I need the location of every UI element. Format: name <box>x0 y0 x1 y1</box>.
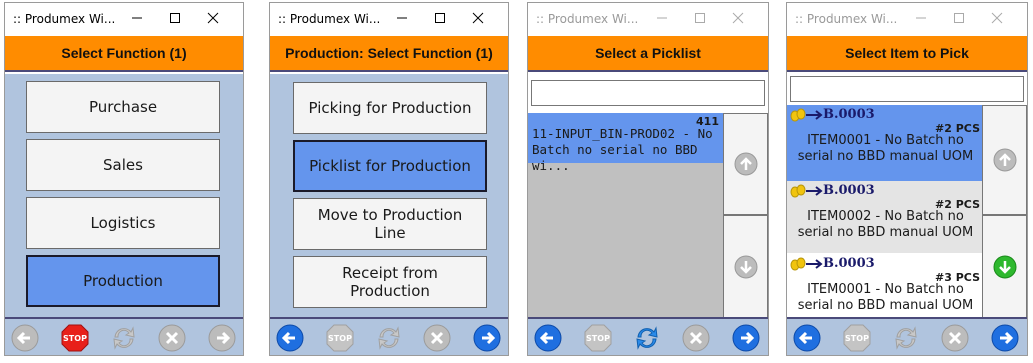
window-title: :: Produmex Wi... <box>536 12 639 26</box>
stop-label: STOP <box>845 334 869 343</box>
maximize-icon[interactable] <box>165 9 185 27</box>
list-item[interactable]: B.0003 #3 PCS ITEM0001 - No Batch no ser… <box>787 253 982 319</box>
close-icon[interactable] <box>468 9 488 27</box>
scroll-down-button[interactable] <box>982 215 1027 319</box>
stop-icon[interactable]: STOP <box>583 323 613 353</box>
window-title: :: Produmex Wi... <box>13 12 116 26</box>
forward-icon[interactable] <box>731 323 761 353</box>
window-select-function: :: Produmex Wi... Select Function (1) Pu… <box>4 2 244 356</box>
stop-label: STOP <box>586 334 610 343</box>
item-description: ITEM0002 - No Batch no serial no BBD man… <box>797 209 974 240</box>
window-select-picklist: :: Produmex Wi... Select a Picklist 411 … <box>527 2 769 356</box>
menu-button-receipt-from-production[interactable]: Receipt from Production <box>293 256 487 308</box>
stop-icon[interactable]: STOP <box>842 323 872 353</box>
scroll-up-button[interactable] <box>982 105 1027 215</box>
forward-icon[interactable] <box>472 323 502 353</box>
item-panel: B.0003 #2 PCS ITEM0001 - No Batch no ser… <box>787 74 1027 319</box>
stop-label: STOP <box>328 334 352 343</box>
window-title: :: Produmex Wi... <box>795 12 898 26</box>
minimize-icon[interactable] <box>392 9 412 27</box>
window-select-item-to-pick: :: Produmex Wi... Select Item to Pick B.… <box>786 2 1028 356</box>
bin-location: B.0003 <box>823 256 875 271</box>
menu-button-logistics[interactable]: Logistics <box>26 197 220 249</box>
bottom-toolbar: STOP <box>270 317 508 355</box>
pick-icon <box>790 257 823 271</box>
maximize-icon[interactable] <box>430 9 450 27</box>
bottom-toolbar: STOP <box>528 317 768 355</box>
menu-button-picklist-for-production[interactable]: Picklist for Production <box>293 140 487 192</box>
title-bar: :: Produmex Wi... <box>528 3 768 35</box>
minimize-icon[interactable] <box>127 9 147 27</box>
scroll-up-button[interactable] <box>723 113 768 215</box>
menu-panel: Purchase Sales Logistics Production <box>5 74 243 317</box>
menu-button-production[interactable]: Production <box>26 255 220 307</box>
search-input[interactable] <box>531 80 765 106</box>
item-description: ITEM0001 - No Batch no serial no BBD man… <box>797 133 974 164</box>
title-bar: :: Produmex Wi... <box>787 3 1027 35</box>
menu-button-picking-for-production[interactable]: Picking for Production <box>293 82 487 134</box>
maximize-icon[interactable] <box>949 9 969 27</box>
title-bar: :: Produmex Wi... <box>5 3 243 35</box>
minimize-icon[interactable] <box>911 9 931 27</box>
sync-icon[interactable] <box>632 323 662 353</box>
close-icon[interactable] <box>987 9 1007 27</box>
item-list: B.0003 #2 PCS ITEM0001 - No Batch no ser… <box>787 105 982 319</box>
screen-header: Select Function (1) <box>5 36 243 72</box>
forward-icon[interactable] <box>990 323 1020 353</box>
search-input[interactable] <box>790 76 1024 102</box>
menu-button-purchase[interactable]: Purchase <box>26 81 220 133</box>
menu-panel: Picking for Production Picklist for Prod… <box>270 74 508 317</box>
maximize-icon[interactable] <box>690 9 710 27</box>
pick-icon <box>790 108 823 122</box>
picklist-panel: 411 11-INPUT_BIN-PROD02 - No Batch no se… <box>528 74 768 319</box>
cancel-icon[interactable] <box>157 323 187 353</box>
screen-header: Select Item to Pick <box>787 36 1027 72</box>
sync-icon[interactable] <box>109 323 139 353</box>
sync-icon[interactable] <box>374 323 404 353</box>
item-description: ITEM0001 - No Batch no serial no BBD man… <box>797 282 974 313</box>
window-production-select-function: :: Produmex Wi... Production: Select Fun… <box>269 2 509 356</box>
bottom-toolbar: STOP <box>5 317 243 355</box>
close-icon[interactable] <box>203 9 223 27</box>
picklist-list: 411 11-INPUT_BIN-PROD02 - No Batch no se… <box>528 113 723 319</box>
menu-button-move-to-production-line[interactable]: Move to Production Line <box>293 198 487 250</box>
cancel-icon[interactable] <box>681 323 711 353</box>
list-item[interactable]: 411 11-INPUT_BIN-PROD02 - No Batch no se… <box>528 113 723 173</box>
bin-location: B.0003 <box>823 183 875 198</box>
arrow-up-icon <box>993 148 1016 172</box>
arrow-down-icon <box>734 255 757 279</box>
minimize-icon[interactable] <box>652 9 672 27</box>
stop-label: STOP <box>63 334 87 343</box>
list-item[interactable]: B.0003 #2 PCS ITEM0002 - No Batch no ser… <box>787 181 982 253</box>
menu-button-sales[interactable]: Sales <box>26 139 220 191</box>
picklist-description: 11-INPUT_BIN-PROD02 - No Batch no serial… <box>532 126 713 173</box>
cancel-icon[interactable] <box>422 323 452 353</box>
back-icon[interactable] <box>275 323 305 353</box>
stop-icon[interactable]: STOP <box>325 323 355 353</box>
list-item[interactable]: B.0003 #2 PCS ITEM0001 - No Batch no ser… <box>787 105 982 181</box>
stop-icon[interactable]: STOP <box>60 323 90 353</box>
screen-header: Production: Select Function (1) <box>270 36 508 72</box>
window-title: :: Produmex Wi... <box>278 12 381 26</box>
bottom-toolbar: STOP <box>787 317 1027 355</box>
scroll-down-button[interactable] <box>723 215 768 319</box>
arrow-down-icon <box>993 255 1016 279</box>
sync-icon[interactable] <box>891 323 921 353</box>
back-icon[interactable] <box>533 323 563 353</box>
title-bar: :: Produmex Wi... <box>270 3 508 35</box>
cancel-icon[interactable] <box>940 323 970 353</box>
pick-icon <box>790 184 823 198</box>
screen-header: Select a Picklist <box>528 36 768 72</box>
back-icon[interactable] <box>792 323 822 353</box>
bin-location: B.0003 <box>823 107 875 122</box>
back-icon[interactable] <box>10 323 40 353</box>
arrow-up-icon <box>734 152 757 176</box>
forward-icon[interactable] <box>207 323 237 353</box>
close-icon[interactable] <box>728 9 748 27</box>
